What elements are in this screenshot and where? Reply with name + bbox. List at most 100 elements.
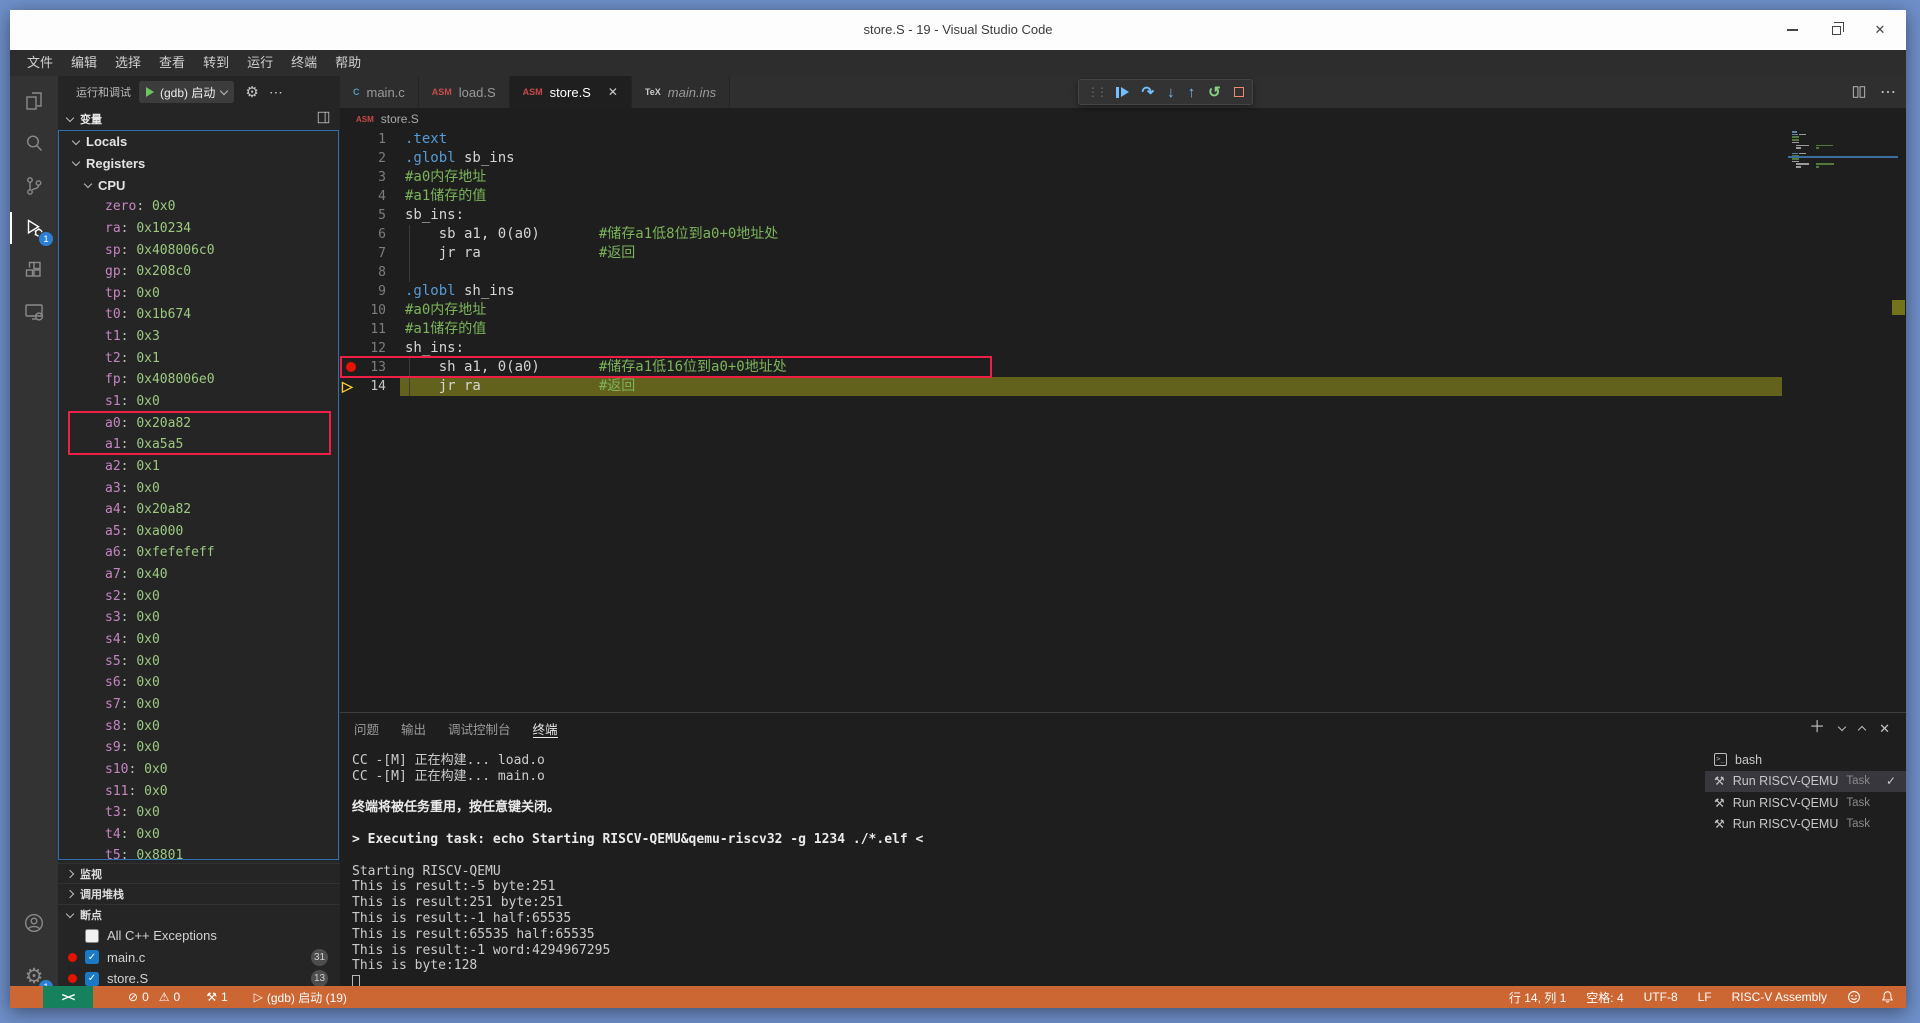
- continue-button[interactable]: [1116, 87, 1129, 98]
- breadcrumb[interactable]: ASM store.S: [340, 108, 1906, 130]
- close-panel-icon[interactable]: ✕: [1879, 722, 1890, 735]
- open-panel-icon[interactable]: [317, 111, 330, 129]
- register-sp[interactable]: sp: 0x408006c0: [59, 239, 338, 261]
- close-button[interactable]: ✕: [1858, 10, 1902, 50]
- menu-item[interactable]: 转到: [194, 50, 238, 76]
- code-line-3[interactable]: 3#a0内存地址: [340, 168, 1906, 187]
- code-line-10[interactable]: 10#a0内存地址: [340, 301, 1906, 320]
- breakpoint-checkbox[interactable]: ✓: [85, 972, 99, 986]
- code-line-6[interactable]: 6 sb a1, 0(a0) #储存a1低8位到a0+0地址处: [340, 225, 1906, 244]
- account-button[interactable]: [10, 902, 58, 944]
- register-gp[interactable]: gp: 0x208c0: [59, 261, 338, 283]
- running-tasks-status[interactable]: ⚒1: [206, 990, 227, 1004]
- register-tp[interactable]: tp: 0x0: [59, 282, 338, 304]
- drag-handle-icon[interactable]: ⋮⋮: [1087, 85, 1105, 99]
- sidebar-item-search[interactable]: [10, 122, 58, 164]
- code-line-11[interactable]: 11#a1储存的值: [340, 320, 1906, 339]
- sidebar-item-explorer[interactable]: [10, 80, 58, 122]
- tree-group-Registers[interactable]: Registers: [59, 153, 338, 175]
- register-a6[interactable]: a6: 0xfefefeff: [59, 542, 338, 564]
- split-editor-icon[interactable]: [1852, 85, 1866, 99]
- tab-load.S[interactable]: ASMload.S: [419, 76, 510, 108]
- remote-indicator[interactable]: ><: [43, 986, 93, 1008]
- breakpoint-main.c[interactable]: ✓main.c31: [58, 947, 340, 969]
- code-line-14[interactable]: 14 jr ra #返回: [340, 377, 1906, 396]
- register-a3[interactable]: a3: 0x0: [59, 477, 338, 499]
- variables-section-header[interactable]: 变量: [58, 108, 340, 130]
- breakpoint-checkbox[interactable]: ✓: [85, 950, 99, 964]
- breakpoint-checkbox[interactable]: [85, 929, 99, 943]
- status-item[interactable]: UTF-8: [1644, 990, 1678, 1004]
- terminal-list-item-Run RISCV-QEMU[interactable]: ⚒Run RISCV-QEMUTask: [1705, 792, 1906, 814]
- menu-item[interactable]: 终端: [282, 50, 326, 76]
- register-s7[interactable]: s7: 0x0: [59, 694, 338, 716]
- register-s9[interactable]: s9: 0x0: [59, 737, 338, 759]
- register-a4[interactable]: a4: 0x20a82: [59, 499, 338, 521]
- close-icon[interactable]: ✕: [608, 86, 618, 98]
- menu-item[interactable]: 运行: [238, 50, 282, 76]
- register-a2[interactable]: a2: 0x1: [59, 456, 338, 478]
- status-item[interactable]: LF: [1698, 990, 1712, 1004]
- debug-session-status[interactable]: ▷(gdb) 启动 (19): [254, 989, 347, 1006]
- launch-config-dropdown[interactable]: (gdb) 启动: [139, 81, 234, 103]
- code-line-1[interactable]: 1.text: [340, 130, 1906, 149]
- sidebar-item-extensions[interactable]: [10, 249, 58, 291]
- step-out-button[interactable]: ↑: [1188, 85, 1196, 100]
- terminal-output[interactable]: CC -[M] 正在构建... load.oCC -[M] 正在构建... ma…: [352, 753, 1692, 986]
- register-a5[interactable]: a5: 0xa000: [59, 521, 338, 543]
- register-s6[interactable]: s6: 0x0: [59, 672, 338, 694]
- breakpoints-section-header[interactable]: 断点: [58, 904, 340, 924]
- register-t5[interactable]: t5: 0x8801: [59, 845, 338, 860]
- register-a7[interactable]: a7: 0x40: [59, 564, 338, 586]
- problems-status[interactable]: ⊘0 ⚠0: [128, 990, 180, 1004]
- tab-store.S[interactable]: ASMstore.S✕: [510, 76, 632, 108]
- debug-settings-gear-icon[interactable]: ⚙: [245, 85, 258, 100]
- register-ra[interactable]: ra: 0x10234: [59, 218, 338, 240]
- tab-main.ins[interactable]: TeXmain.ins: [632, 76, 730, 108]
- panel-tab-输出[interactable]: 输出: [401, 713, 426, 743]
- status-item[interactable]: RISC-V Assembly: [1732, 990, 1827, 1004]
- panel-tab-问题[interactable]: 问题: [354, 713, 379, 743]
- register-t2[interactable]: t2: 0x1: [59, 347, 338, 369]
- tab-main.c[interactable]: Cmain.c: [340, 76, 419, 108]
- register-s5[interactable]: s5: 0x0: [59, 650, 338, 672]
- panel-tab-调试控制台[interactable]: 调试控制台: [448, 713, 511, 743]
- chevron-down-icon[interactable]: [1838, 722, 1846, 730]
- more-actions-icon[interactable]: ⋯: [1880, 82, 1896, 102]
- restore-button[interactable]: [1814, 10, 1858, 50]
- code-line-4[interactable]: 4#a1储存的值: [340, 187, 1906, 206]
- more-actions-icon[interactable]: ⋯: [269, 84, 284, 101]
- status-item[interactable]: 行 14, 列 1: [1509, 989, 1566, 1006]
- register-t1[interactable]: t1: 0x3: [59, 326, 338, 348]
- code-line-8[interactable]: 8: [340, 263, 1906, 282]
- register-s10[interactable]: s10: 0x0: [59, 759, 338, 781]
- register-s1[interactable]: s1: 0x0: [59, 391, 338, 413]
- menu-item[interactable]: 选择: [106, 50, 150, 76]
- terminal-list-item-Run RISCV-QEMU[interactable]: ⚒Run RISCV-QEMUTask: [1705, 814, 1906, 836]
- tree-group-Locals[interactable]: Locals: [59, 131, 338, 153]
- code-editor[interactable]: 1.text2.globl sb_ins3#a0内存地址4#a1储存的值5sb_…: [340, 130, 1906, 712]
- tree-group-CPU[interactable]: CPU: [59, 174, 338, 196]
- register-s8[interactable]: s8: 0x0: [59, 715, 338, 737]
- new-terminal-icon[interactable]: ＋: [1809, 720, 1825, 736]
- status-item[interactable]: 空格: 4: [1586, 989, 1623, 1006]
- code-line-7[interactable]: 7 jr ra #返回: [340, 244, 1906, 263]
- panel-tab-终端[interactable]: 终端: [533, 713, 558, 743]
- call-stack-section-header[interactable]: 调用堆栈: [58, 883, 340, 903]
- terminal-list-item-Run RISCV-QEMU[interactable]: ⚒Run RISCV-QEMUTask✓: [1705, 771, 1906, 793]
- stop-button[interactable]: [1234, 87, 1244, 97]
- minimize-button[interactable]: [1770, 10, 1814, 50]
- sidebar-item-run-debug[interactable]: 1: [10, 207, 58, 249]
- code-line-2[interactable]: 2.globl sb_ins: [340, 149, 1906, 168]
- register-t4[interactable]: t4: 0x0: [59, 824, 338, 846]
- register-s11[interactable]: s11: 0x0: [59, 780, 338, 802]
- terminal-list-item-bash[interactable]: >_bash: [1705, 749, 1906, 771]
- register-zero[interactable]: zero: 0x0: [59, 196, 338, 218]
- menu-item[interactable]: 帮助: [326, 50, 370, 76]
- register-s3[interactable]: s3: 0x0: [59, 607, 338, 629]
- register-s4[interactable]: s4: 0x0: [59, 629, 338, 651]
- maximize-panel-icon[interactable]: [1858, 725, 1866, 733]
- variables-tree[interactable]: LocalsRegistersCPUzero: 0x0ra: 0x10234sp…: [58, 130, 339, 860]
- code-line-9[interactable]: 9.globl sh_ins: [340, 282, 1906, 301]
- feedback-button[interactable]: [1847, 990, 1861, 1004]
